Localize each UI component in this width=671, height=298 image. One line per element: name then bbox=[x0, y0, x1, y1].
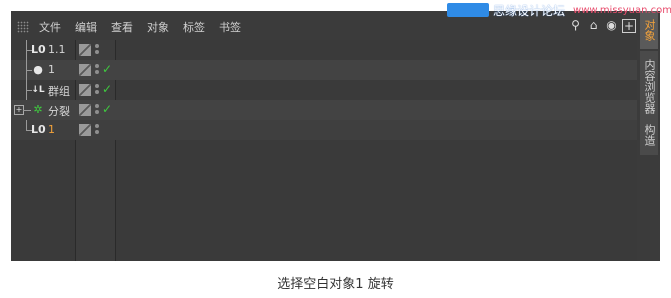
tab-structure[interactable]: 构造 bbox=[640, 115, 658, 155]
group-null-icon: ↓L bbox=[31, 85, 45, 95]
menu-bar: 文件 编辑 查看 对象 标签 书签 ⚲ ⌂ ◉ + bbox=[11, 17, 638, 37]
side-tabs: 对象 内容浏览器 构造 bbox=[638, 11, 660, 261]
object-name[interactable]: 群组 bbox=[48, 83, 70, 99]
object-name-active[interactable]: 1 bbox=[48, 123, 55, 136]
eye-icon[interactable]: ◉ bbox=[604, 18, 619, 33]
layer-icon[interactable] bbox=[79, 124, 91, 136]
object-row[interactable]: ↓L 群组 ✓ bbox=[11, 80, 637, 100]
enabled-check-icon[interactable]: ✓ bbox=[102, 102, 112, 116]
new-window-icon[interactable]: + bbox=[622, 18, 636, 33]
light-object-icon: ● bbox=[33, 63, 43, 76]
visibility-dots[interactable] bbox=[95, 43, 100, 57]
home-icon[interactable]: ⌂ bbox=[586, 18, 601, 33]
null-object-icon: L0 bbox=[31, 123, 46, 136]
layer-icon[interactable] bbox=[79, 64, 91, 76]
object-name[interactable]: 分裂 bbox=[48, 103, 70, 119]
menu-bookmarks[interactable]: 书签 bbox=[219, 19, 241, 35]
menu-edit[interactable]: 编辑 bbox=[75, 19, 97, 35]
menu-tags[interactable]: 标签 bbox=[183, 19, 205, 35]
visibility-dots[interactable] bbox=[95, 63, 100, 77]
layer-icon[interactable] bbox=[79, 104, 91, 116]
menu-object[interactable]: 对象 bbox=[147, 19, 169, 35]
toolbar-icons: ⚲ ⌂ ◉ + bbox=[568, 18, 636, 33]
object-name[interactable]: 1.1 bbox=[48, 43, 66, 56]
visibility-dots[interactable] bbox=[95, 123, 100, 137]
enabled-check-icon[interactable]: ✓ bbox=[102, 82, 112, 96]
watermark-url: www.missyuan.com bbox=[573, 4, 671, 16]
object-row[interactable]: + ✲ 分裂 ✓ bbox=[11, 100, 637, 120]
menu-view[interactable]: 查看 bbox=[111, 19, 133, 35]
object-manager: 文件 编辑 查看 对象 标签 书签 ⚲ ⌂ ◉ + L0 1.1 ● 1 ✓ ↓… bbox=[11, 11, 660, 261]
menu-file[interactable]: 文件 bbox=[39, 19, 61, 35]
tab-content-browser[interactable]: 内容浏览器 bbox=[640, 51, 658, 121]
search-icon[interactable]: ⚲ bbox=[568, 18, 583, 33]
grip-icon[interactable] bbox=[17, 21, 29, 33]
layer-icon[interactable] bbox=[79, 44, 91, 56]
object-row-selected[interactable]: L0 1 bbox=[11, 120, 637, 140]
null-object-icon: L0 bbox=[31, 43, 46, 56]
layer-icon[interactable] bbox=[79, 84, 91, 96]
object-row[interactable]: L0 1.1 bbox=[11, 40, 637, 60]
visibility-dots[interactable] bbox=[95, 83, 100, 97]
watermark-text: 思缘设计论坛 bbox=[493, 3, 566, 18]
enabled-check-icon[interactable]: ✓ bbox=[102, 62, 112, 76]
caption: 选择空白对象1 旋转 bbox=[277, 277, 394, 292]
watermark-logo-icon bbox=[447, 3, 489, 17]
fracture-icon: ✲ bbox=[33, 103, 43, 116]
visibility-dots[interactable] bbox=[95, 103, 100, 117]
object-name[interactable]: 1 bbox=[48, 63, 55, 76]
watermark: 思缘设计论坛 www.missyuan.com bbox=[447, 0, 671, 20]
object-row[interactable]: ● 1 ✓ bbox=[11, 60, 637, 80]
